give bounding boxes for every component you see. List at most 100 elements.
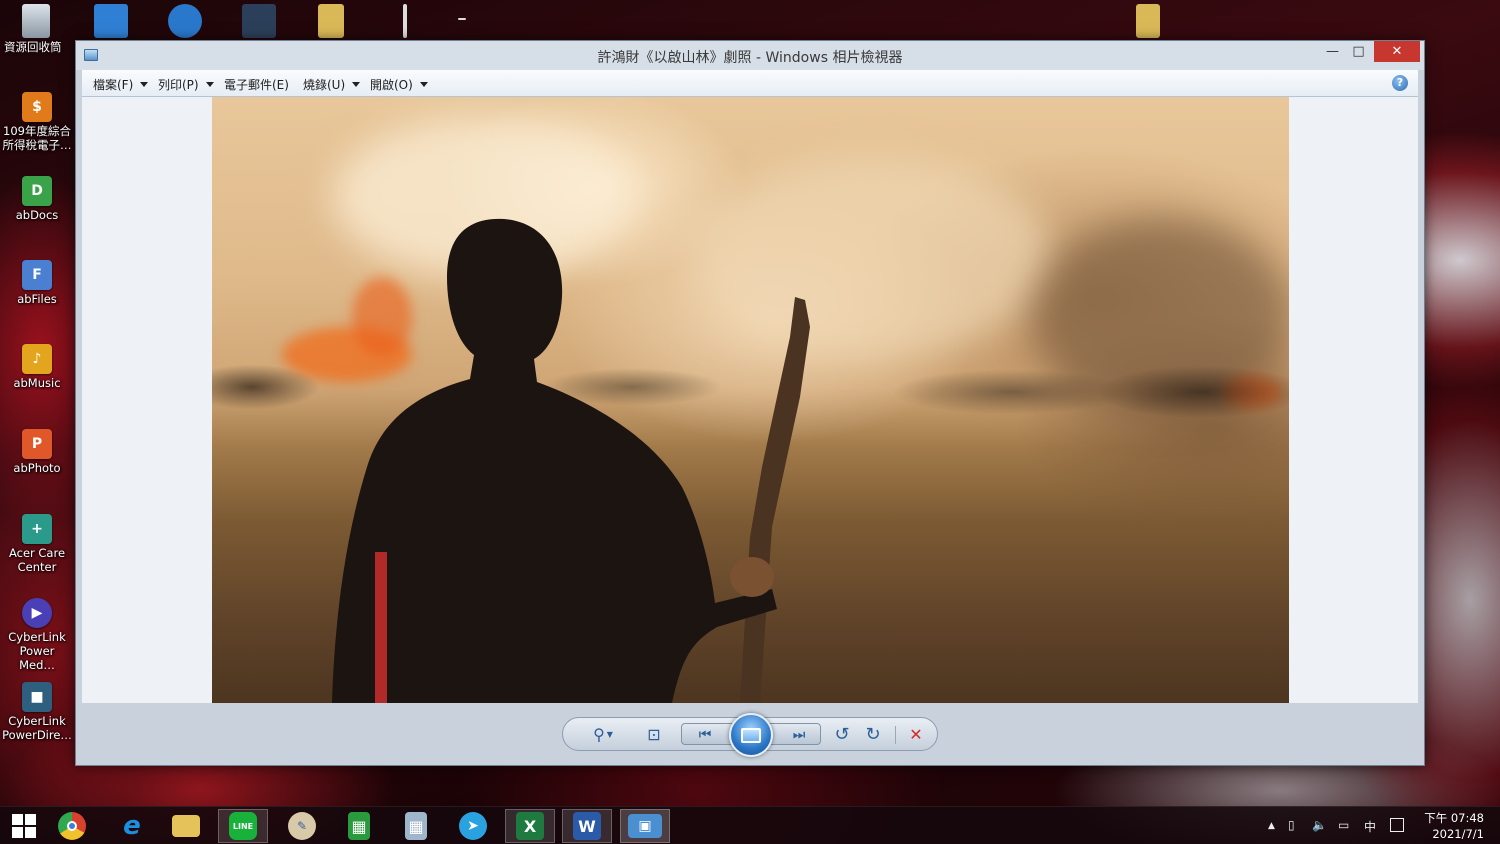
taskbar-paint[interactable]: ✎ [277,809,327,843]
powermedia-icon: ▶ [22,598,52,628]
desktop-icon-label: abMusic [13,376,61,390]
title-bar[interactable]: 許鴻財《以啟山林》劇照 - Windows 相片檢視器 — □ ✕ [76,41,1424,70]
taskbar-chrome[interactable] [47,809,97,843]
desktop-icon-label: CyberLink PowerDire… [2,714,72,742]
photo-viewer-icon: ▣ [628,814,662,838]
abmusic-icon: ♪ [22,344,52,374]
taskbar-line[interactable]: LINE [218,809,268,843]
powerdirector-icon: ■ [22,682,52,712]
taskbar-internet-explorer[interactable]: e [107,809,157,843]
photo-subject [332,218,810,703]
desktop-icon-abfiles[interactable]: F abFiles [0,260,74,306]
folder-icon [172,815,200,837]
taskbar-photo-viewer[interactable]: ▣ [620,809,670,843]
zoom-icon: ⚲ [593,724,605,744]
recycle-bin-icon[interactable] [22,4,50,38]
menu-bar: 檔案(F) 列印(P) 電子郵件(E) 燒錄(U) 開啟(O) ? [82,70,1418,97]
chevron-down-icon [140,82,149,87]
help-icon[interactable]: ? [1392,75,1408,91]
menu-burn-label: 燒錄(U) [303,78,346,92]
desktop-icon-tax[interactable]: $ 109年度綜合 所得稅電子… [0,92,74,152]
chevron-down-icon [205,82,214,87]
actual-size-button[interactable]: ⊡ [639,718,669,750]
folder-icon[interactable] [318,4,344,38]
desktop-icon-label: CyberLink Power Med… [8,630,66,672]
shortcut-icon[interactable] [458,18,466,20]
chevron-down-icon: ▼ [606,729,613,739]
chevron-down-icon [352,82,361,87]
shortcut-icon[interactable] [94,4,128,38]
tax-app-icon: $ [22,92,52,122]
rotate-clockwise-button[interactable]: ↻ [858,718,888,750]
clock-date: 2021/7/1 [1432,827,1484,841]
taskbar-word[interactable]: W [562,809,612,843]
minimize-button[interactable]: — [1319,41,1346,62]
paint-palette-icon: ✎ [288,812,316,840]
previous-button[interactable]: ⏮ [688,719,722,751]
viewer-control-bar: ⚲ ▼ ⊡ ⏮ ⏭ ↺ ↻ ✕ [562,713,938,757]
next-button[interactable]: ⏭ [782,719,816,751]
taskbar-telegram[interactable]: ➤ [448,809,498,843]
menu-print-label: 列印(P) [158,78,199,92]
desktop-icon-powerdirector[interactable]: ■ CyberLink PowerDire… [0,682,74,742]
desktop-icon-abmusic[interactable]: ♪ abMusic [0,344,74,390]
ime-indicator[interactable]: 中 [1364,818,1376,835]
spreadsheet-icon: ▦ [348,812,370,840]
close-button[interactable]: ✕ [1374,41,1420,62]
acer-care-icon: + [22,514,52,544]
action-center-icon[interactable]: ▭ [1338,818,1349,832]
shortcut-icon[interactable] [403,4,407,38]
rotate-counterclockwise-button[interactable]: ↺ [827,718,857,750]
maximize-button[interactable]: □ [1345,41,1372,62]
shortcut-icon[interactable] [168,4,202,38]
system-clock[interactable]: 下午 07:48 2021/7/1 [1422,810,1484,842]
volume-icon[interactable]: 🔈 [1312,818,1327,832]
slideshow-icon [741,727,761,743]
word-icon: W [573,812,601,840]
menu-email[interactable]: 電子郵件(E) [224,76,289,93]
taskbar-file-explorer[interactable] [161,809,211,843]
person-silhouette [332,218,777,703]
taskbar-spreadsheet[interactable]: ▦ [334,809,384,843]
taskbar-excel[interactable]: X [505,809,555,843]
taskbar-calculator[interactable]: ▦ [391,809,441,843]
menu-open[interactable]: 開啟(O) [370,76,428,93]
menu-print[interactable]: 列印(P) [158,76,214,93]
recycle-bin-label: 資源回收筒 [4,40,62,54]
desktop-icon-powermedia[interactable]: ▶ CyberLink Power Med… [0,598,74,672]
chevron-down-icon [419,82,428,87]
menu-open-label: 開啟(O) [370,78,413,92]
zoom-button[interactable]: ⚲ ▼ [583,718,623,750]
input-method-icon[interactable] [1390,818,1404,832]
window-title: 許鴻財《以啟山林》劇照 - Windows 相片檢視器 [597,50,903,66]
menu-file[interactable]: 檔案(F) [93,76,149,93]
menu-email-label: 電子郵件(E) [224,78,289,92]
menu-burn[interactable]: 燒錄(U) [303,76,361,93]
hand [730,557,774,597]
desktop-icon-abdocs[interactable]: D abDocs [0,176,74,222]
walking-stick [740,297,810,703]
telegram-icon: ➤ [459,812,487,840]
desktop-icon-acer-care[interactable]: + Acer Care Center [0,514,74,574]
desktop-icon-label: abPhoto [13,461,61,475]
abfiles-icon: F [22,260,52,290]
taskbar: e LINE ✎ ▦ ▦ ➤ X W ▣ ▲ ▯ 🔈 ▭ 中 下午 07:48 … [0,806,1500,844]
displayed-photo[interactable] [212,97,1289,703]
delete-button[interactable]: ✕ [901,718,931,750]
calculator-icon: ▦ [405,812,427,840]
windows-logo-icon [12,814,36,838]
slideshow-button[interactable] [729,713,773,757]
desktop-icon-abphoto[interactable]: P abPhoto [0,429,74,475]
show-hidden-icons-icon[interactable]: ▲ [1268,821,1275,831]
abphoto-icon: P [22,429,52,459]
desktop-icon-label: abDocs [15,208,59,222]
shortcut-icon[interactable] [242,4,276,38]
start-button[interactable] [4,809,44,843]
folder-icon[interactable] [1136,4,1160,38]
desktop-icon-label: abFiles [17,292,57,306]
internet-explorer-icon: e [123,811,141,841]
network-icon[interactable]: ▯ [1288,818,1295,832]
desktop-icon-label: Acer Care Center [8,546,66,574]
desktop-icon-label: 109年度綜合 所得稅電子… [2,124,72,152]
system-tray: ▲ ▯ 🔈 ▭ 中 下午 07:48 2021/7/1 [1260,807,1500,844]
